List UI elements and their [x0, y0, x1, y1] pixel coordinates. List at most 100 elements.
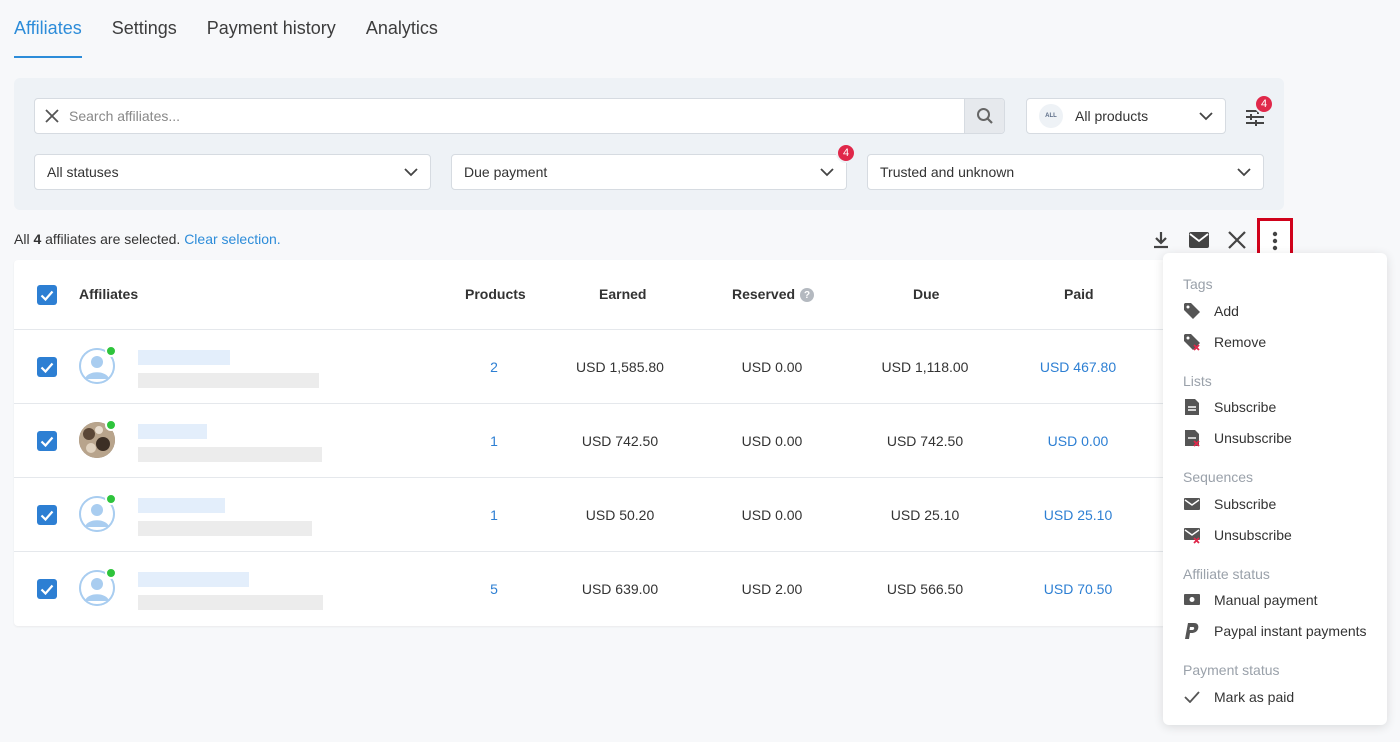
- header-reserved[interactable]: Reserved: [732, 286, 795, 302]
- more-vertical-icon: [1272, 231, 1278, 251]
- menu-item-manual-payment[interactable]: Manual payment: [1163, 586, 1387, 614]
- trust-select[interactable]: Trusted and unknown: [867, 154, 1264, 190]
- close-icon[interactable]: [1225, 228, 1249, 252]
- menu-item-sequence-subscribe[interactable]: Subscribe: [1163, 490, 1387, 518]
- search-icon[interactable]: [964, 99, 1004, 133]
- tab-settings[interactable]: Settings: [112, 0, 177, 58]
- menu-item-label: Remove: [1214, 334, 1267, 350]
- header-paid[interactable]: Paid: [1064, 286, 1094, 302]
- tag-icon: [1183, 302, 1201, 320]
- table-row[interactable]: 2 USD 1,585.80 USD 0.00 USD 1,118.00 USD…: [14, 330, 1174, 404]
- menu-item-mark-as-paid[interactable]: Mark as paid: [1163, 683, 1387, 711]
- filter-panel: ALL All products 4 All statuses Due paym…: [14, 78, 1284, 210]
- list-icon: [1183, 398, 1201, 416]
- menu-item-label: Subscribe: [1214, 399, 1277, 415]
- selection-count: 4: [33, 231, 42, 247]
- bulk-actions-menu: Tags Add Remove Lists Subscribe Unsubscr…: [1163, 253, 1387, 725]
- menu-section-affiliate-status: Affiliate status: [1183, 566, 1270, 582]
- menu-item-list-subscribe[interactable]: Subscribe: [1163, 393, 1387, 421]
- affiliate-email-redacted: [138, 521, 312, 536]
- all-products-badge: ALL: [1039, 104, 1063, 128]
- menu-item-paypal-instant[interactable]: Paypal instant payments: [1163, 617, 1387, 645]
- selection-suffix: affiliates are selected.: [45, 231, 181, 247]
- products-count[interactable]: 1: [454, 478, 534, 552]
- affiliate-name-redacted: [138, 424, 207, 439]
- tab-analytics[interactable]: Analytics: [366, 0, 438, 58]
- paid-value[interactable]: USD 25.10: [1018, 478, 1138, 552]
- affiliates-table: Affiliates Products Earned Reserved ? Du…: [14, 260, 1174, 626]
- row-checkbox[interactable]: [37, 431, 57, 451]
- due-value: USD 1,118.00: [881, 359, 969, 375]
- products-select[interactable]: ALL All products: [1026, 98, 1226, 134]
- header-earned[interactable]: Earned: [599, 286, 646, 302]
- table-row[interactable]: 1 USD 50.20 USD 0.00 USD 25.10 USD 25.10: [14, 478, 1174, 552]
- online-status-dot: [105, 345, 117, 357]
- paid-value[interactable]: USD 70.50: [1018, 552, 1138, 626]
- header-due[interactable]: Due: [913, 286, 939, 302]
- menu-item-label: Unsubscribe: [1214, 527, 1292, 543]
- affiliate-name-redacted: [138, 498, 225, 513]
- menu-section-sequences: Sequences: [1183, 469, 1254, 485]
- paid-value[interactable]: USD 0.00: [1018, 404, 1138, 478]
- online-status-dot: [105, 567, 117, 579]
- chevron-down-icon: [1237, 164, 1251, 180]
- cash-icon: [1183, 591, 1201, 609]
- online-status-dot: [105, 419, 117, 431]
- selection-summary: All 4 affiliates are selected. Clear sel…: [14, 231, 281, 247]
- affiliate-email-redacted: [138, 373, 319, 388]
- search-bar: [34, 98, 1005, 134]
- paypal-icon: [1183, 622, 1201, 640]
- reserved-value: USD 0.00: [741, 507, 803, 523]
- table-row[interactable]: 5 USD 639.00 USD 2.00 USD 566.50 USD 70.…: [14, 552, 1174, 626]
- filter-settings-button[interactable]: 4: [1244, 94, 1274, 128]
- products-count[interactable]: 1: [454, 404, 534, 478]
- status-select-label: All statuses: [47, 164, 119, 180]
- earned-value: USD 742.50: [581, 433, 659, 449]
- clear-selection-link[interactable]: Clear selection.: [184, 231, 281, 247]
- earned-value: USD 639.00: [581, 581, 659, 597]
- menu-item-add-tag[interactable]: Add: [1163, 297, 1387, 325]
- reserved-value: USD 0.00: [741, 359, 803, 375]
- products-select-label: All products: [1075, 108, 1149, 124]
- row-checkbox[interactable]: [37, 579, 57, 599]
- menu-item-sequence-unsubscribe[interactable]: Unsubscribe: [1163, 521, 1387, 549]
- search-input[interactable]: [69, 108, 964, 124]
- paid-value[interactable]: USD 467.80: [1018, 330, 1138, 404]
- products-count[interactable]: 2: [454, 330, 534, 404]
- menu-section-payment-status: Payment status: [1183, 662, 1280, 678]
- row-checkbox[interactable]: [37, 357, 57, 377]
- products-count[interactable]: 5: [454, 552, 534, 626]
- email-icon[interactable]: [1187, 228, 1211, 252]
- status-select[interactable]: All statuses: [34, 154, 431, 190]
- affiliate-name-redacted: [138, 350, 230, 365]
- filter-count-badge: 4: [1254, 94, 1274, 114]
- due-value: USD 25.10: [890, 507, 960, 523]
- row-checkbox[interactable]: [37, 505, 57, 525]
- header-affiliates: Affiliates: [79, 286, 139, 302]
- due-count-badge: 4: [836, 143, 856, 163]
- list-remove-icon: [1183, 429, 1201, 447]
- tab-payment-history[interactable]: Payment history: [207, 0, 336, 58]
- trust-select-label: Trusted and unknown: [880, 164, 1015, 180]
- menu-item-label: Paypal instant payments: [1214, 623, 1367, 639]
- sequence-mail-icon: [1183, 495, 1201, 513]
- main-tabs: Affiliates Settings Payment history Anal…: [14, 0, 438, 58]
- select-all-checkbox[interactable]: [37, 285, 57, 305]
- menu-item-label: Subscribe: [1214, 496, 1277, 512]
- header-products[interactable]: Products: [465, 286, 526, 302]
- menu-item-list-unsubscribe[interactable]: Unsubscribe: [1163, 424, 1387, 452]
- download-icon[interactable]: [1149, 228, 1173, 252]
- chevron-down-icon: [1199, 108, 1213, 124]
- help-icon[interactable]: ?: [800, 288, 814, 302]
- sequence-mail-remove-icon: [1183, 526, 1201, 544]
- chevron-down-icon: [820, 164, 834, 180]
- table-row[interactable]: 1 USD 742.50 USD 0.00 USD 742.50 USD 0.0…: [14, 404, 1174, 478]
- due-payment-select[interactable]: Due payment 4: [451, 143, 856, 190]
- earned-value: USD 1,585.80: [576, 359, 664, 375]
- tab-affiliates[interactable]: Affiliates: [14, 0, 82, 58]
- menu-item-remove-tag[interactable]: Remove: [1163, 328, 1387, 356]
- table-header: Affiliates Products Earned Reserved ? Du…: [14, 260, 1174, 330]
- clear-search-icon[interactable]: [35, 99, 69, 133]
- selection-prefix: All: [14, 231, 30, 247]
- affiliate-email-redacted: [138, 447, 322, 462]
